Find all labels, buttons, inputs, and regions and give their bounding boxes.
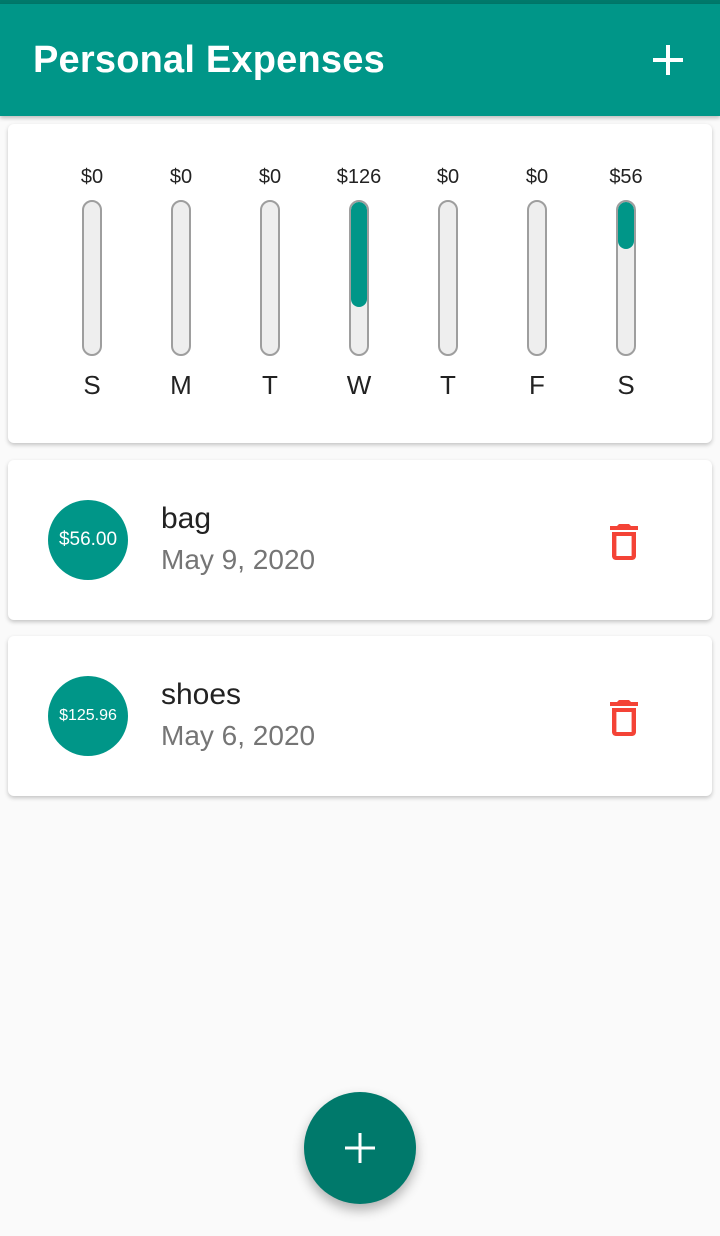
chart-bar: $0 T	[408, 124, 488, 443]
bar-amount-label: $56	[609, 166, 643, 188]
chart-bar: $0 S	[52, 124, 132, 443]
delete-button[interactable]	[600, 694, 648, 742]
bar-amount-label: $0	[169, 166, 193, 188]
chart-bar: $0 T	[230, 124, 310, 443]
bar-fill	[351, 202, 367, 307]
bar-amount-label: $126	[336, 166, 382, 188]
page-title: Personal Expenses	[33, 38, 385, 81]
app-bar: Personal Expenses	[0, 4, 720, 116]
chart-bar: $126 W	[319, 124, 399, 443]
amount-badge: $125.96	[48, 676, 128, 756]
bar-track	[527, 200, 547, 356]
bar-track	[349, 200, 369, 356]
bar-day-label: S	[617, 370, 635, 400]
bar-day-label: T	[262, 370, 278, 400]
bar-track	[82, 200, 102, 356]
transaction-title: bag	[161, 502, 212, 535]
bar-track	[260, 200, 280, 356]
bar-amount-label: $0	[80, 166, 104, 188]
bar-track	[171, 200, 191, 356]
bar-day-label: T	[440, 370, 456, 400]
bar-track	[438, 200, 458, 356]
trash-icon	[610, 524, 638, 560]
transaction-date: May 6, 2020	[161, 720, 316, 751]
chart-bar: $0 M	[141, 124, 221, 443]
weekly-chart: $0 S $0 M $0 T $126 W $0 T $0 F $56 S	[8, 124, 712, 443]
bar-amount-label: $0	[436, 166, 460, 188]
trash-icon	[610, 700, 638, 736]
delete-button[interactable]	[600, 518, 648, 566]
transaction-card: $56.00 bag May 9, 2020	[8, 460, 712, 620]
bar-day-label: F	[529, 370, 545, 400]
bar-amount-label: $0	[258, 166, 282, 188]
transaction-card: $125.96 shoes May 6, 2020	[8, 636, 712, 796]
amount-badge: $56.00	[48, 500, 128, 580]
chart-bar: $0 F	[497, 124, 577, 443]
transaction-title: shoes	[161, 678, 242, 711]
bar-amount-label: $0	[525, 166, 549, 188]
chart-bar: $56 S	[586, 124, 666, 443]
bar-day-label: W	[346, 370, 372, 400]
transaction-date: May 9, 2020	[161, 544, 316, 575]
bar-day-label: S	[83, 370, 101, 400]
bar-day-label: M	[170, 370, 192, 400]
add-transaction-fab[interactable]	[304, 1092, 416, 1204]
bar-fill	[618, 202, 634, 249]
bar-track	[616, 200, 636, 356]
add-transaction-button[interactable]	[648, 40, 688, 80]
